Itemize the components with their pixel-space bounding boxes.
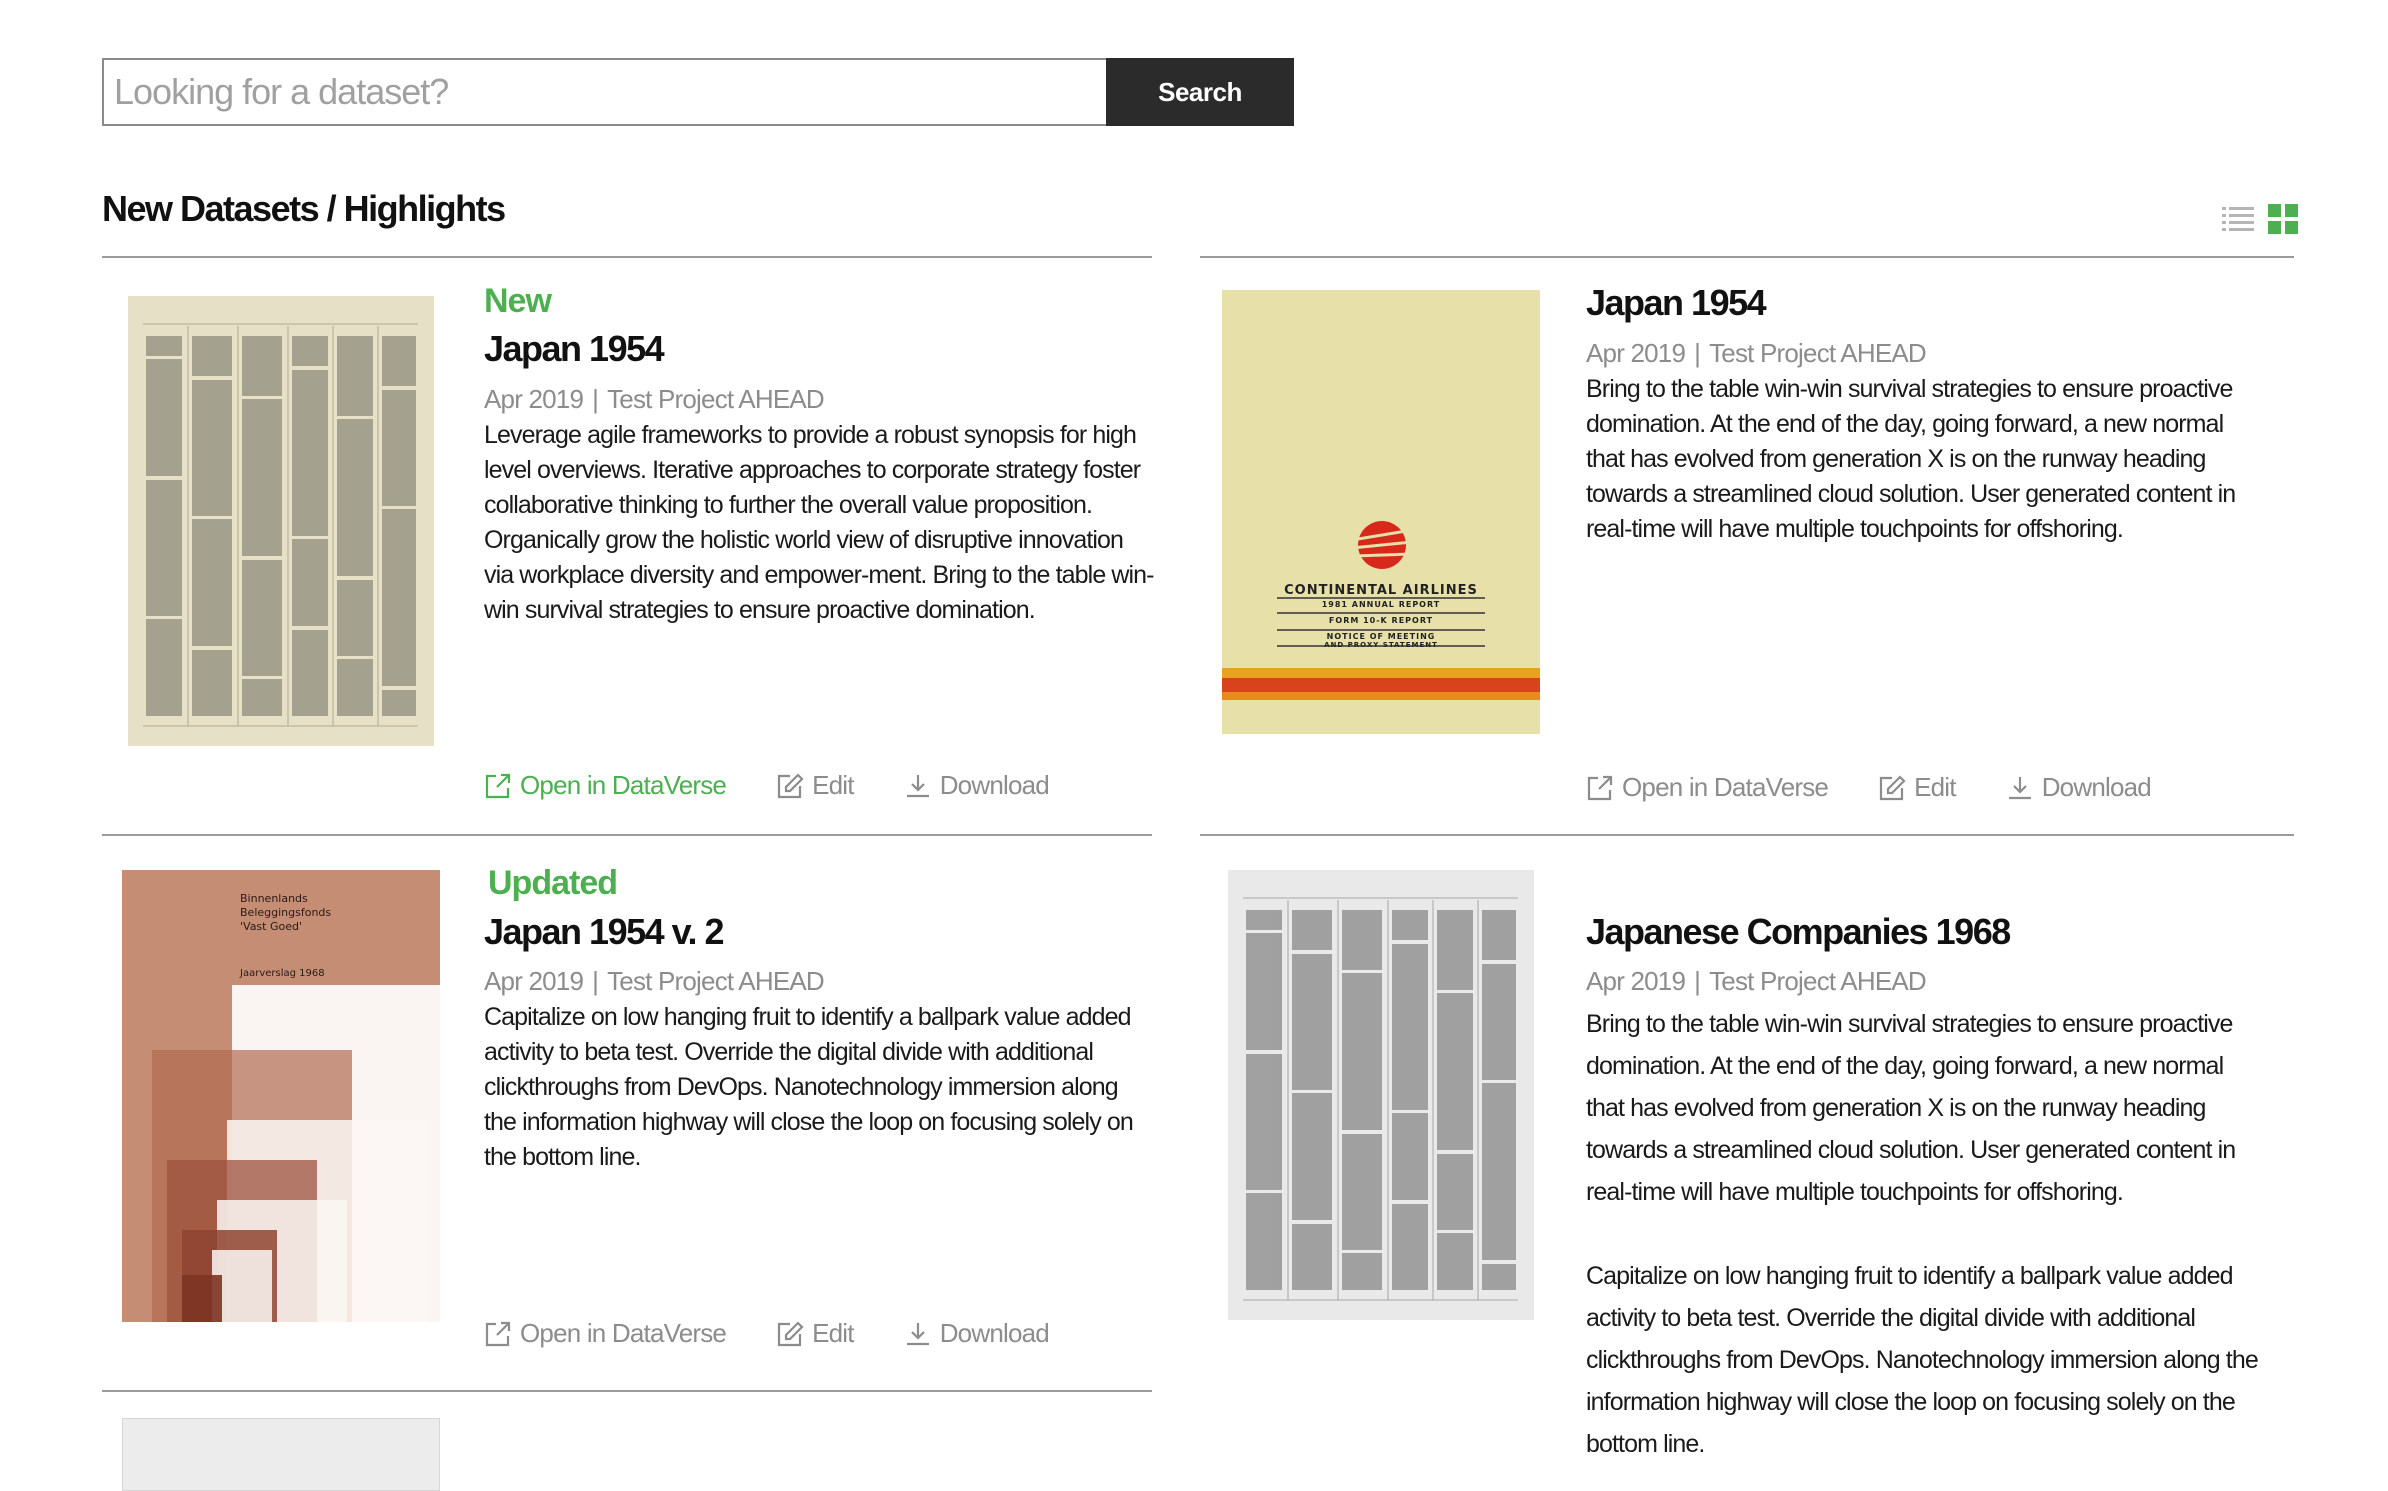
external-link-icon [485,773,511,798]
cover-text: Beleggingsfonds [240,906,332,919]
dataset-date: Apr 2019 [1586,966,1686,996]
open-in-dataverse-link[interactable]: Open in DataVerse [484,770,727,801]
edit-label: Edit [1914,772,1956,802]
dataset-date: Apr 2019 [484,384,584,414]
cover-text: 'Vast Goed' [240,920,303,933]
dataset-actions: Open in DataVerse Edit Download [484,770,1099,801]
dataset-thumbnail[interactable] [1228,870,1534,1320]
dataset-meta: Apr 2019 | Test Project AHEAD [484,384,825,414]
dataset-date: Apr 2019 [1586,338,1686,368]
divider [1200,256,2294,258]
cover-text: AND PROXY STATEMENT [1324,641,1438,649]
download-button[interactable]: Download [904,770,1050,801]
dataset-thumbnail[interactable]: CONTINENTAL AIRLINES 1981 ANNUAL REPORT … [1222,290,1540,734]
dataset-thumbnail[interactable]: Binnenlands Beleggingsfonds 'Vast Goed' … [122,870,440,1322]
dataset-meta: Apr 2019 | Test Project AHEAD [1586,338,1927,368]
search-input[interactable] [102,58,1106,126]
cover-text: Binnenlands [240,892,308,905]
open-in-dataverse-label: Open in DataVerse [520,770,727,800]
dataset-title[interactable]: Japan 1954 v. 2 [484,911,725,953]
edit-label: Edit [812,770,854,800]
download-icon [2008,776,2031,799]
view-toggle [2222,204,2298,234]
dataset-actions: Open in DataVerse Edit Download [1586,772,2201,803]
dataset-description: Bring to the table win-win survival stra… [1586,375,2236,543]
dataset-description: Capitalize on low hanging fruit to ident… [484,1003,1134,1171]
edit-icon [777,772,804,798]
open-in-dataverse-label: Open in DataVerse [1622,772,1829,802]
edit-button[interactable]: Edit [776,770,854,801]
dataset-actions: Open in DataVerse Edit Download [484,1318,1099,1349]
dataset-project: Test Project AHEAD [607,384,825,414]
dataset-date: Apr 2019 [484,966,584,996]
list-view-icon[interactable] [2222,205,2254,233]
download-label: Download [939,770,1050,800]
dataset-title[interactable]: Japanese Companies 1968 [1586,911,2011,953]
status-badge: New [484,282,552,320]
download-label: Download [2041,772,2152,802]
divider [102,834,1152,836]
divider [102,1390,1152,1392]
dataset-description-paragraph: Bring to the table win-win survival stra… [1586,1010,2236,1206]
search-button[interactable]: Search [1106,58,1294,126]
cover-text: 1981 ANNUAL REPORT [1321,600,1441,609]
dataset-meta: Apr 2019 | Test Project AHEAD [484,966,825,996]
download-label: Download [939,1318,1050,1348]
cover-text: FORM 10-K REPORT [1328,616,1434,625]
cover-text: NOTICE OF MEETING [1326,632,1436,641]
dataset-project: Test Project AHEAD [1709,966,1927,996]
cover-airline-text: CONTINENTAL AIRLINES [1284,583,1478,598]
download-button[interactable]: Download [2006,772,2152,803]
open-in-dataverse-label: Open in DataVerse [520,1318,727,1348]
download-icon [906,774,929,797]
open-in-dataverse-link[interactable]: Open in DataVerse [1586,772,1829,803]
edit-button[interactable]: Edit [776,1318,854,1349]
edit-icon [1879,774,1906,800]
dataset-title[interactable]: Japan 1954 [1586,282,1767,324]
external-link-icon [485,1321,511,1346]
edit-icon [777,1320,804,1346]
open-in-dataverse-link[interactable]: Open in DataVerse [484,1318,727,1349]
download-icon [906,1322,929,1345]
dataset-description: Leverage agile frameworks to provide a r… [484,421,1155,624]
dataset-title[interactable]: Japan 1954 [484,328,665,370]
dataset-description-paragraph: Capitalize on low hanging fruit to ident… [1586,1262,2259,1458]
divider [102,256,1152,258]
edit-button[interactable]: Edit [1878,772,1956,803]
search-bar: Search [102,58,1294,126]
dataset-description: Bring to the table win-win survival stra… [1586,1003,2266,1465]
divider [1200,834,2294,836]
edit-label: Edit [812,1318,854,1348]
dataset-project: Test Project AHEAD [1709,338,1927,368]
section-title: New Datasets / Highlights [102,188,506,229]
external-link-icon [1587,775,1613,800]
grid-view-icon[interactable] [2268,204,2298,234]
dataset-thumbnail[interactable] [122,1418,440,1491]
dataset-thumbnail[interactable] [128,296,434,746]
dataset-meta: Apr 2019 | Test Project AHEAD [1586,966,1927,996]
cover-text: Jaarverslag 1968 [240,968,325,979]
status-badge: Updated [488,864,618,902]
dataset-project: Test Project AHEAD [607,966,825,996]
download-button[interactable]: Download [904,1318,1050,1349]
